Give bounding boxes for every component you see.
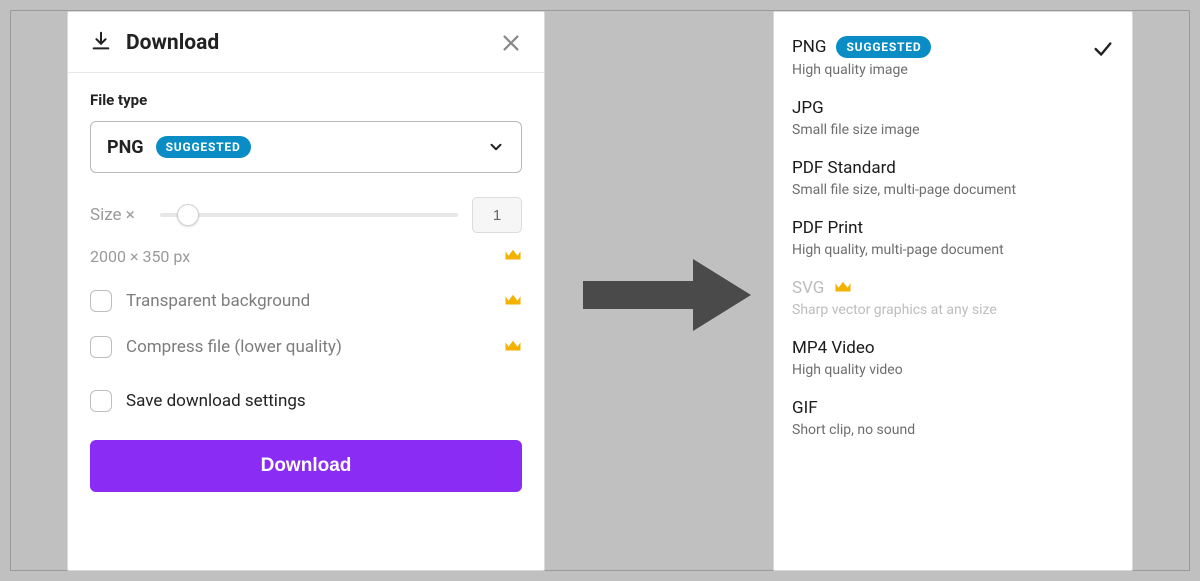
crown-icon: [504, 338, 522, 357]
slider-track: [160, 213, 458, 217]
filetype-label: File type: [90, 91, 522, 109]
download-arrow-icon: [90, 30, 112, 56]
filetype-select[interactable]: PNG SUGGESTED: [90, 121, 522, 173]
filetype-description: Small file size image: [792, 122, 1114, 138]
filetype-option-main: PDF Print High quality, multi-page docume…: [792, 218, 1114, 258]
chevron-down-icon: [487, 138, 505, 156]
filetype-option[interactable]: PDF Standard Small file size, multi-page …: [792, 148, 1132, 208]
checkbox[interactable]: [90, 390, 112, 412]
filetype-title-row: SVG: [792, 278, 1114, 298]
dimensions-row: 2000 × 350 px: [90, 247, 522, 266]
check-icon: [1092, 38, 1114, 60]
filetype-name: SVG: [792, 278, 824, 298]
filetype-option: SVG Sharp vector graphics at any size: [792, 268, 1132, 328]
filetype-name: JPG: [792, 98, 824, 118]
option-label: Save download settings: [126, 391, 522, 411]
filetype-description: Small file size, multi-page document: [792, 182, 1114, 198]
filetype-option[interactable]: PNG SUGGESTED High quality image: [792, 26, 1132, 88]
filetype-title-row: PDF Standard: [792, 158, 1114, 178]
filetype-description: Sharp vector graphics at any size: [792, 302, 1114, 318]
filetype-title-row: MP4 Video: [792, 338, 1114, 358]
filetype-name: GIF: [792, 398, 818, 418]
option-label: Compress file (lower quality): [126, 337, 490, 357]
option-compress-file[interactable]: Compress file (lower quality): [90, 336, 522, 358]
canvas: Download File type PNG SUGGESTED Size ×: [10, 10, 1190, 571]
filetype-option-main: JPG Small file size image: [792, 98, 1114, 138]
filetype-description: High quality, multi-page document: [792, 242, 1114, 258]
crown-icon: [504, 247, 522, 266]
suggested-badge: SUGGESTED: [156, 136, 251, 158]
filetype-description: High quality image: [792, 62, 1092, 78]
crown-icon: [834, 279, 852, 298]
filetype-option-main: GIF Short clip, no sound: [792, 398, 1114, 438]
close-icon[interactable]: [500, 32, 522, 54]
filetype-title-row: PDF Print: [792, 218, 1114, 238]
option-label: Transparent background: [126, 291, 490, 311]
filetype-description: High quality video: [792, 362, 1114, 378]
filetype-option[interactable]: MP4 Video High quality video: [792, 328, 1132, 388]
filetype-option-main: PNG SUGGESTED High quality image: [792, 36, 1092, 78]
size-label: Size ×: [90, 205, 146, 225]
size-slider[interactable]: [160, 203, 458, 227]
dimensions-text: 2000 × 350 px: [90, 247, 504, 266]
option-transparent-bg[interactable]: Transparent background: [90, 290, 522, 312]
arrow-right-icon: [583, 255, 753, 335]
filetype-name: MP4 Video: [792, 338, 875, 358]
filetype-title-row: GIF: [792, 398, 1114, 418]
download-dialog-title: Download: [126, 31, 500, 55]
filetype-name: PDF Print: [792, 218, 863, 238]
filetype-option[interactable]: GIF Short clip, no sound: [792, 388, 1132, 448]
filetype-option-main: SVG Sharp vector graphics at any size: [792, 278, 1114, 318]
slider-thumb[interactable]: [177, 204, 199, 226]
checkbox[interactable]: [90, 336, 112, 358]
size-input[interactable]: [472, 197, 522, 233]
download-dialog: Download File type PNG SUGGESTED Size ×: [67, 11, 545, 571]
filetype-select-value: PNG: [107, 137, 144, 158]
filetype-dropdown-list: PNG SUGGESTED High quality image JPG Small f…: [773, 11, 1133, 571]
crown-icon: [504, 292, 522, 311]
filetype-name: PDF Standard: [792, 158, 896, 178]
download-dialog-header: Download: [68, 12, 544, 73]
option-save-settings[interactable]: Save download settings: [90, 390, 522, 412]
suggested-badge: SUGGESTED: [836, 36, 931, 58]
filetype-option[interactable]: JPG Small file size image: [792, 88, 1132, 148]
download-button[interactable]: Download: [90, 440, 522, 492]
filetype-title-row: PNG SUGGESTED: [792, 36, 1092, 58]
filetype-title-row: JPG: [792, 98, 1114, 118]
filetype-option[interactable]: PDF Print High quality, multi-page docume…: [792, 208, 1132, 268]
filetype-option-main: MP4 Video High quality video: [792, 338, 1114, 378]
filetype-name: PNG: [792, 37, 826, 57]
size-row: Size ×: [90, 197, 522, 233]
checkbox[interactable]: [90, 290, 112, 312]
download-dialog-body: File type PNG SUGGESTED Size × 2000 × 35…: [68, 73, 544, 514]
filetype-option-main: PDF Standard Small file size, multi-page …: [792, 158, 1114, 198]
filetype-description: Short clip, no sound: [792, 422, 1114, 438]
